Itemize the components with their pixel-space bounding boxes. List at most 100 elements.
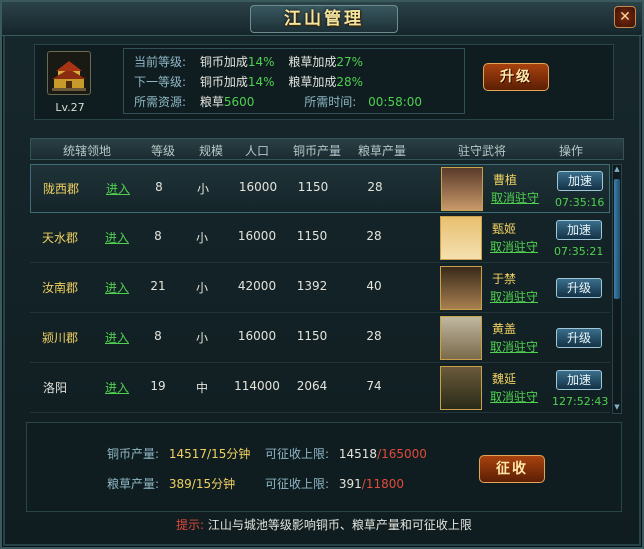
general-portrait[interactable]	[441, 167, 483, 211]
table-row[interactable]: 陇西郡 进入 8 小 16000 1150 28 曹植 取消驻守 加速 07:3…	[30, 164, 610, 213]
region-name: 洛阳	[42, 381, 67, 395]
grain-cap-max: /11800	[361, 477, 404, 491]
table-row[interactable]: 颍川郡 进入 8 小 16000 1150 28 黄盖 取消驻守 升级	[30, 314, 610, 363]
countdown-timer: 07:35:21	[554, 245, 604, 258]
copper-cap-current: 14518	[338, 447, 378, 461]
copper-output-label: 铜币产量:	[107, 447, 160, 461]
grain-cap-label: 可征收上限:	[265, 477, 330, 491]
region-population: 16000	[237, 229, 277, 243]
title-bar: 江山管理 ✕	[2, 2, 642, 36]
grain-output-value: 389/15分钟	[168, 477, 236, 491]
general-name: 黄盖	[492, 322, 517, 336]
territory-table: 统辖领地 等级 规模 人口 铜币产量 粮草产量 驻守武将 操作 陇西郡 进入 8…	[30, 138, 624, 414]
general-portrait[interactable]	[440, 216, 482, 260]
upgrade-button[interactable]: 升级	[556, 328, 602, 348]
grain-output-stat: 粮草产量: 389/15分钟	[107, 475, 235, 492]
col-grain: 粮草产量	[357, 144, 406, 158]
enter-link[interactable]: 进入	[102, 329, 132, 346]
current-copper-bonus: 14%	[247, 55, 275, 69]
collect-button[interactable]: 征收	[479, 455, 545, 483]
cancel-garrison-link[interactable]: 取消驻守	[490, 238, 538, 255]
upgrade-button[interactable]: 升级	[556, 278, 602, 298]
time-required: 00:58:00	[368, 95, 423, 109]
copper-output-value: 14517/15分钟	[168, 447, 251, 461]
region-copper: 1150	[296, 329, 328, 343]
cancel-garrison-link[interactable]: 取消驻守	[490, 388, 538, 405]
cancel-garrison-link[interactable]: 取消驻守	[490, 288, 538, 305]
table-scrollbar[interactable]: ▲ ▼	[612, 164, 622, 414]
general-name: 于禁	[492, 272, 517, 286]
grain-bonus-label: 粮草加成	[288, 75, 337, 89]
region-scale: 小	[196, 182, 209, 196]
general-name: 曹植	[493, 173, 518, 187]
region-copper: 1150	[296, 229, 328, 243]
enter-link[interactable]: 进入	[102, 279, 132, 296]
table-header: 统辖领地 等级 规模 人口 铜币产量 粮草产量 驻守武将 操作	[30, 138, 624, 160]
enter-link[interactable]: 进入	[103, 180, 133, 197]
copper-cap-max: /165000	[377, 447, 427, 461]
current-grain-bonus: 27%	[336, 55, 364, 69]
grain-label: 粮草	[199, 95, 224, 109]
city-level: Lv.27	[55, 101, 85, 114]
region-scale: 中	[195, 381, 208, 395]
close-button[interactable]: ✕	[614, 6, 636, 28]
general-portrait[interactable]	[440, 316, 482, 360]
collection-summary-panel: 铜币产量: 14517/15分钟 可征收上限: 14518/165000 粮草产…	[26, 422, 622, 512]
region-level: 8	[154, 329, 162, 343]
enter-link[interactable]: 进入	[102, 229, 132, 246]
level-bonus-box: 当前等级: 铜币加成14% 粮草加成27% 下一等级: 铜币加成14% 粮草加成…	[123, 48, 465, 114]
general-portrait[interactable]	[440, 266, 482, 310]
table-row[interactable]: 汝南郡 进入 21 小 42000 1392 40 于禁 取消驻守 升级	[30, 264, 610, 313]
cancel-garrison-link[interactable]: 取消驻守	[490, 338, 538, 355]
region-grain: 28	[367, 180, 383, 194]
col-territory: 统辖领地	[62, 144, 111, 158]
copper-bonus-label: 铜币加成	[199, 75, 248, 89]
grain-cap-stat: 可征收上限: 391/11800	[265, 475, 404, 492]
tip-text: 提示: 江山与城池等级影响铜币、粮草产量和可征收上限	[2, 516, 644, 533]
col-level: 等级	[150, 144, 175, 158]
general-name: 甄姬	[492, 222, 517, 236]
region-grain: 28	[366, 329, 382, 343]
table-row[interactable]: 天水郡 进入 8 小 16000 1150 28 甄姬 取消驻守 加速 07:3…	[30, 214, 610, 263]
tip-label: 提示:	[176, 518, 205, 532]
scroll-down-icon[interactable]: ▼	[613, 403, 621, 413]
region-population: 16000	[238, 180, 278, 194]
grain-bonus-label: 粮草加成	[288, 55, 337, 69]
table-row[interactable]: 洛阳 进入 19 中 114000 2064 74 魏延 取消驻守 加速 127…	[30, 364, 610, 413]
speedup-button[interactable]: 加速	[557, 171, 603, 191]
level-info-panel: Lv.27 当前等级: 铜币加成14% 粮草加成27% 下一等级: 铜币加成14…	[34, 44, 614, 120]
palace-icon	[47, 51, 91, 95]
countdown-timer: 07:35:16	[555, 196, 605, 209]
copper-output-stat: 铜币产量: 14517/15分钟	[107, 445, 250, 462]
next-copper-bonus: 14%	[247, 75, 275, 89]
col-action: 操作	[558, 144, 583, 158]
next-grain-bonus: 28%	[336, 75, 364, 89]
speedup-button[interactable]: 加速	[556, 220, 602, 240]
time-label: 所需时间:	[304, 95, 357, 109]
region-level: 8	[155, 180, 163, 194]
city-upgrade-button[interactable]: 升级	[483, 63, 549, 91]
jiangshan-window: 江山管理 ✕ Lv.27 当前等级: 铜币加成14% 粮草加成27% 下一等级:	[0, 0, 644, 549]
region-level: 21	[150, 279, 166, 293]
speedup-button[interactable]: 加速	[556, 370, 602, 390]
window-title: 江山管理	[250, 5, 398, 33]
region-population: 16000	[237, 329, 277, 343]
region-level: 8	[154, 229, 162, 243]
scroll-thumb[interactable]	[614, 179, 620, 299]
table-body: 陇西郡 进入 8 小 16000 1150 28 曹植 取消驻守 加速 07:3…	[30, 164, 610, 414]
requirement-row: 所需资源: 粮草5600 所需时间: 00:58:00	[134, 93, 422, 110]
region-grain: 74	[366, 379, 382, 393]
cancel-garrison-link[interactable]: 取消驻守	[491, 189, 539, 206]
region-name: 陇西郡	[42, 182, 79, 196]
next-level-row: 下一等级: 铜币加成14% 粮草加成28%	[134, 73, 363, 90]
tip-message: 江山与城池等级影响铜币、粮草产量和可征收上限	[207, 518, 472, 532]
enter-link[interactable]: 进入	[102, 379, 132, 396]
scroll-up-icon[interactable]: ▲	[613, 165, 621, 175]
col-copper: 铜币产量	[292, 144, 341, 158]
region-name: 颍川郡	[41, 331, 78, 345]
current-level-label: 当前等级:	[134, 55, 187, 69]
region-grain: 28	[366, 229, 382, 243]
region-name: 天水郡	[41, 231, 78, 245]
general-portrait[interactable]	[440, 366, 482, 410]
current-level-row: 当前等级: 铜币加成14% 粮草加成27%	[134, 53, 363, 70]
